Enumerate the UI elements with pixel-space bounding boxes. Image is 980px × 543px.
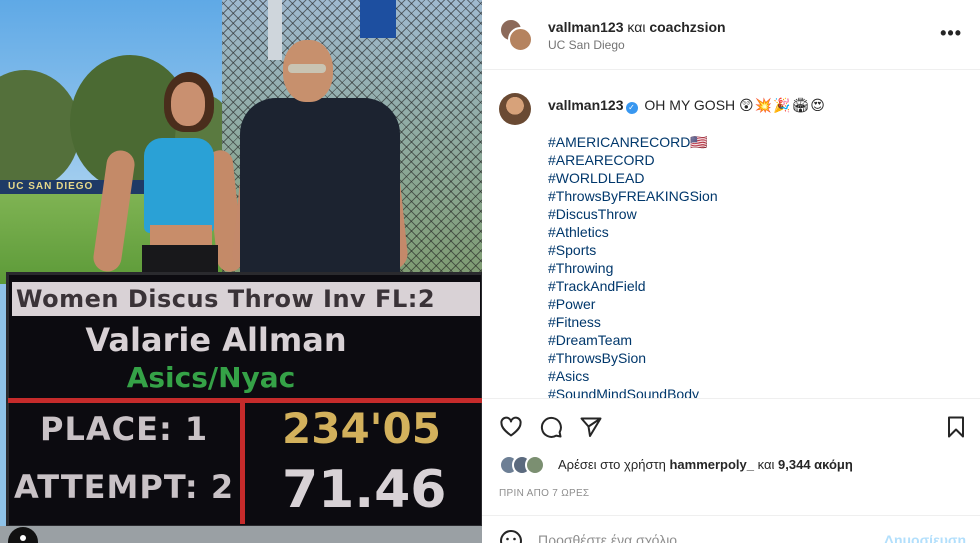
caption-scroll-area[interactable]: vallman123 ✓ OH MY GOSH 😲💥🎉🏟😍 #AMERICANRE… <box>482 71 980 398</box>
scoreboard-mark-meters: 71.46 <box>282 460 447 520</box>
hashtag-link[interactable]: #AREARECORD <box>548 151 718 169</box>
hashtag-link[interactable]: #SoundMindSoundBody <box>548 385 718 398</box>
coauthor-username[interactable]: coachzsion <box>649 19 725 35</box>
hashtag-link[interactable]: #TrackAndField <box>548 277 718 295</box>
caption-username[interactable]: vallman123 <box>548 97 624 113</box>
post-details-panel: vallman123 και coachzsion UC San Diego •… <box>482 0 980 543</box>
hashtag-link[interactable]: #DiscusThrow <box>548 205 718 223</box>
hashtag-link[interactable]: #AMERICANRECORD🇺🇸 <box>548 133 718 151</box>
post-header: vallman123 και coachzsion UC San Diego •… <box>482 0 980 70</box>
comment-bubble-icon[interactable] <box>537 413 565 441</box>
caption-text: OH MY GOSH <box>644 97 736 113</box>
scoreboard-event: Women Discus Throw Inv FL:2 <box>12 282 480 316</box>
more-options-icon[interactable]: ••• <box>940 24 962 42</box>
collab-avatars[interactable] <box>499 18 533 52</box>
avatar[interactable] <box>525 455 545 475</box>
scoreboard-mark-feet: 234'05 <box>282 404 441 453</box>
like-heart-icon[interactable] <box>497 413 525 441</box>
scoreboard-attempt: ATTEMPT: 2 <box>14 468 235 506</box>
likes-conjunction: και <box>757 457 775 472</box>
emoji-smiley-icon[interactable] <box>499 529 523 543</box>
scoreboard-divider <box>8 398 482 403</box>
likers-avatars[interactable] <box>499 455 555 477</box>
sunglasses <box>288 64 326 73</box>
scoreboard-team: Asics/Nyac <box>126 361 296 394</box>
post-photo[interactable]: UC SAN DIEGO Women Discus Throw Inv FL:2… <box>0 0 482 543</box>
post-comment-button[interactable]: Δημοσίευση <box>884 532 966 543</box>
avatar[interactable] <box>508 27 533 52</box>
hashtag-link[interactable]: #Sports <box>548 241 718 259</box>
hashtag-list: #AMERICANRECORD🇺🇸 #AREARECORD #WORLDLEAD… <box>548 133 718 398</box>
post-authors: vallman123 και coachzsion <box>548 19 726 35</box>
likes-prefix: Αρέσει στο χρήστη <box>558 457 666 472</box>
hashtag-link[interactable]: #Power <box>548 295 718 313</box>
hashtag-link[interactable]: #Asics <box>548 367 718 385</box>
coach-shirt <box>240 98 400 283</box>
scoreboard-divider <box>240 402 245 524</box>
caption-emojis: 😲💥🎉🏟😍 <box>739 97 826 113</box>
author-username[interactable]: vallman123 <box>548 19 624 35</box>
caption-line: vallman123 ✓ OH MY GOSH 😲💥🎉🏟😍 <box>548 97 826 114</box>
hashtag-link[interactable]: #ThrowsByFREAKINGSion <box>548 187 718 205</box>
athlete-top <box>144 138 214 233</box>
scoreboard-place: PLACE: 1 <box>40 410 209 448</box>
post-timestamp[interactable]: ΠΡΙΝ ΑΠΟ 7 ΩΡΕΣ <box>499 488 589 499</box>
flag <box>360 0 396 38</box>
ground <box>0 526 482 543</box>
hashtag-link[interactable]: #Throwing <box>548 259 718 277</box>
hashtag-link[interactable]: #ThrowsBySion <box>548 349 718 367</box>
hashtag-link[interactable]: #DreamTeam <box>548 331 718 349</box>
hashtag-link[interactable]: #Fitness <box>548 313 718 331</box>
liker-username[interactable]: hammerpoly_ <box>669 457 754 472</box>
scoreboard-athlete: Valarie Allman <box>85 321 347 359</box>
save-bookmark-icon[interactable] <box>942 413 970 441</box>
hashtag-link[interactable]: #WORLDLEAD <box>548 169 718 187</box>
hashtag-link[interactable]: #Athletics <box>548 223 718 241</box>
add-comment-bar: Δημοσίευση <box>482 515 980 543</box>
avatar[interactable] <box>499 93 531 125</box>
post-actions: Αρέσει στο χρήστη hammerpoly_ και 9,344 … <box>482 398 980 543</box>
pole <box>268 0 282 60</box>
comment-input[interactable] <box>538 532 868 543</box>
likes-summary: Αρέσει στο χρήστη hammerpoly_ και 9,344 … <box>558 457 853 472</box>
post-location[interactable]: UC San Diego <box>548 38 625 52</box>
verified-badge-icon: ✓ <box>625 102 638 114</box>
share-paper-plane-icon[interactable] <box>577 413 605 441</box>
authors-conjunction: και <box>627 19 646 35</box>
likes-count[interactable]: 9,344 ακόμη <box>778 457 853 472</box>
athlete-face <box>171 82 205 126</box>
